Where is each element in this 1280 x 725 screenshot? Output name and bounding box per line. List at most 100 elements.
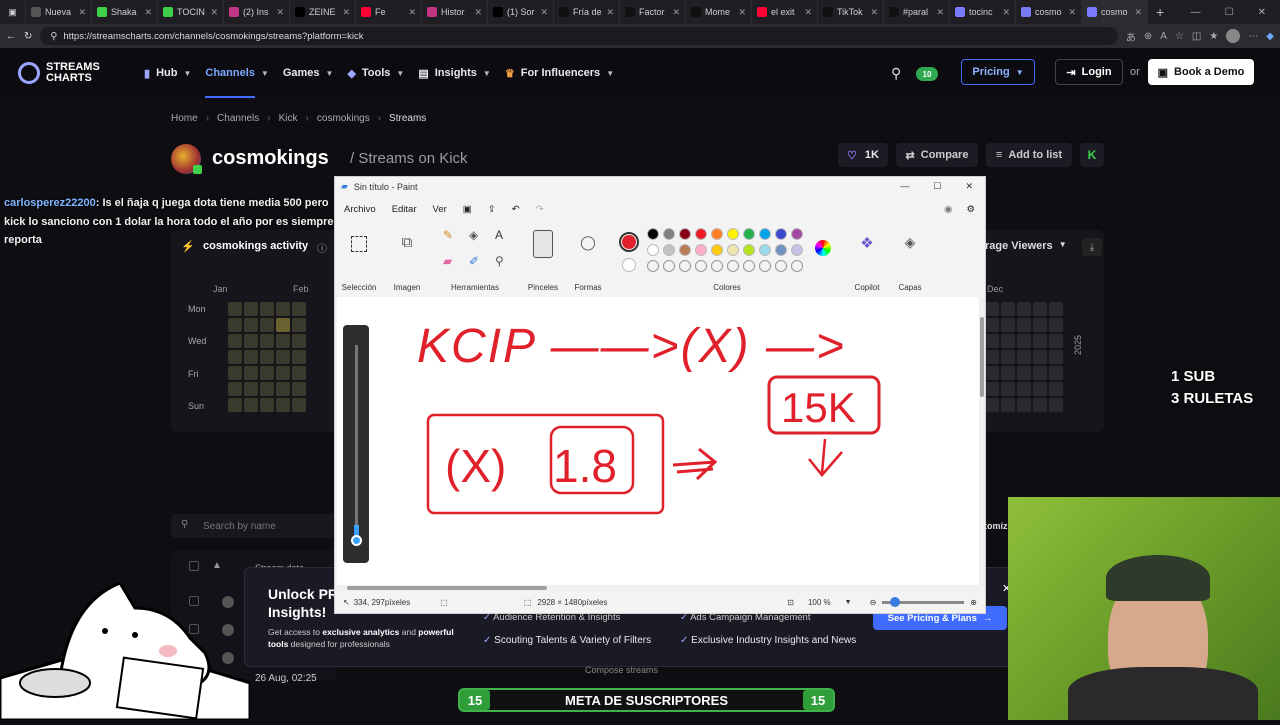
profile-avatar[interactable] [1226,29,1241,43]
tab-close-icon[interactable]: ✕ [78,7,86,18]
heatmap-cell[interactable] [1033,318,1047,332]
streams-charts-logo[interactable]: STREAMS CHARTS [18,62,130,84]
nav-hub[interactable]: ▮ Hub ▼ [144,48,191,98]
heatmap-cell[interactable] [1001,334,1015,348]
heatmap-cell[interactable] [276,302,290,316]
heatmap-cell[interactable] [985,334,999,348]
palette-swatch[interactable] [791,228,803,240]
browser-tab[interactable]: tocinc ✕ [950,0,1016,24]
palette-swatch[interactable] [695,244,707,256]
metric-select[interactable]: rage Viewers ▼ [985,240,1067,252]
breadcrumb-home[interactable]: Home [171,113,198,124]
paint-canvas[interactable]: KCIP ——>(X) —> 15K (X) 1.8 [337,297,979,587]
heatmap-cell[interactable] [1017,334,1031,348]
compare-button[interactable]: ⇄ Compare [896,143,978,167]
translate-icon[interactable]: あ [1126,29,1136,44]
palette-swatch[interactable] [791,244,803,256]
heatmap-cell[interactable] [260,318,274,332]
palette-swatch[interactable] [711,244,723,256]
heatmap-cell[interactable] [1049,350,1063,364]
pricing-button[interactable]: Pricing ▼ [961,59,1035,85]
palette-swatch[interactable] [759,228,771,240]
heatmap-cell[interactable] [228,334,242,348]
tab-close-icon[interactable]: ✕ [672,7,680,18]
tab-close-icon[interactable]: ✕ [738,7,746,18]
custom-color-slot[interactable] [695,260,707,272]
tab-actions-icon[interactable]: ▣ [0,0,26,24]
heatmap-cell[interactable] [1049,334,1063,348]
heatmap-cell[interactable] [1017,318,1031,332]
share-icon[interactable]: ⇪ [488,204,496,215]
palette-swatch[interactable] [711,228,723,240]
heatmap-cell[interactable] [260,350,274,364]
browser-tab[interactable]: Nueva ✕ [26,0,92,24]
zoom-slider-thumb[interactable] [890,596,901,607]
new-tab-icon[interactable]: + [1156,4,1164,20]
palette-swatch[interactable] [679,228,691,240]
palette-swatch[interactable] [743,244,755,256]
ribbon-selection[interactable]: Selección [335,222,383,296]
custom-color-slot[interactable] [759,260,771,272]
palette-swatch[interactable] [775,244,787,256]
tab-close-icon[interactable]: ✕ [540,7,548,18]
maximize-icon[interactable]: ☐ [1225,7,1234,18]
fill-icon[interactable]: ◈ [469,228,478,242]
reload-icon[interactable]: ↻ [24,31,32,42]
ribbon-copilot[interactable]: ❖ Copilot [845,222,889,296]
heatmap-cell[interactable] [228,382,242,396]
heatmap-cell[interactable] [276,334,290,348]
nav-games[interactable]: Games ▼ [283,48,334,98]
palette-swatch[interactable] [663,244,675,256]
magnifier-icon[interactable]: ⚲ [495,254,504,268]
heatmap-cell[interactable] [260,366,274,380]
menu-icon[interactable]: ⋯ [1248,31,1258,42]
minimize-icon[interactable]: — [1191,7,1201,18]
color-picker-icon[interactable]: ✐ [469,254,479,268]
heatmap-cell[interactable] [1033,302,1047,316]
back-icon[interactable]: ← [6,31,16,42]
save-icon[interactable]: ▣ [463,204,472,215]
palette-swatch[interactable] [759,244,771,256]
browser-tab[interactable]: Mome ✕ [686,0,752,24]
heatmap-cell[interactable] [276,366,290,380]
heatmap-cell[interactable] [1017,302,1031,316]
ribbon-brushes[interactable]: Pinceles [523,222,563,296]
custom-color-slot[interactable] [743,260,755,272]
heatmap-cell[interactable] [244,366,258,380]
palette-swatch[interactable] [695,228,707,240]
horizontal-scrollbar-thumb[interactable] [347,586,547,590]
palette-swatch[interactable] [727,244,739,256]
browser-tab[interactable]: #paral ✕ [884,0,950,24]
palette-swatch[interactable] [663,228,675,240]
heatmap-cell[interactable] [292,398,306,412]
heatmap-cell[interactable] [276,318,290,332]
custom-color-slot[interactable] [727,260,739,272]
browser-tab[interactable]: Fría de ✕ [554,0,620,24]
chevron-down-icon[interactable]: ▼ [845,599,852,606]
book-demo-button[interactable]: ▣ Book a Demo [1148,59,1254,85]
tab-close-icon[interactable]: ✕ [804,7,812,18]
ribbon-layers[interactable]: ◈ Capas [889,222,931,296]
notification-badge[interactable]: 10 [916,67,938,81]
brush-size-thumb[interactable] [351,535,362,546]
heatmap-cell[interactable] [1017,398,1031,412]
heatmap-cell[interactable] [1033,398,1047,412]
vertical-scrollbar-thumb[interactable] [980,317,984,397]
brush-size-slider[interactable] [343,325,369,563]
heatmap-cell[interactable] [260,302,274,316]
browser-tab[interactable]: Histor ✕ [422,0,488,24]
heatmap-cell[interactable] [1033,366,1047,380]
site-info-icon[interactable]: ⚲ [50,31,57,42]
url-field[interactable]: ⚲ https://streamscharts.com/channels/cosm… [40,27,1118,45]
custom-color-slot[interactable] [663,260,675,272]
heatmap-cell[interactable] [228,366,242,380]
pencil-icon[interactable]: ✎ [443,228,453,242]
heatmap-cell[interactable] [260,398,274,412]
heatmap-cell[interactable] [292,366,306,380]
tab-close-icon[interactable]: ✕ [210,7,218,18]
heatmap-cell[interactable] [985,318,999,332]
favorites-bar-icon[interactable]: ★ [1209,31,1218,42]
nav-tools[interactable]: ◆ Tools ▼ [347,48,404,98]
heatmap-cell[interactable] [292,318,306,332]
browser-tab[interactable]: (2) Ins ✕ [224,0,290,24]
